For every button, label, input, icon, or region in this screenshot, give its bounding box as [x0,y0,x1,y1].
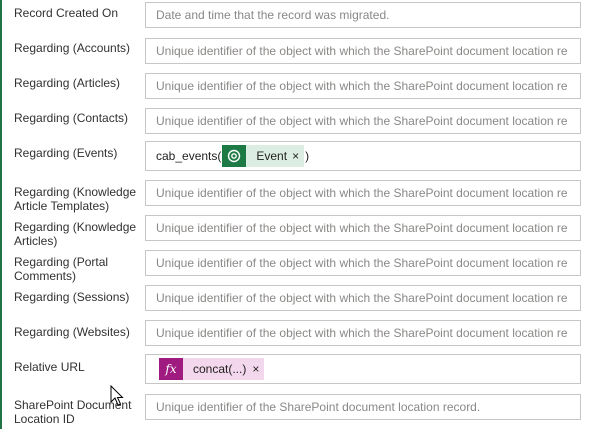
field-placeholder: Unique identifier of the object with whi… [156,186,568,200]
regarding-articles-input[interactable]: Unique identifier of the object with whi… [145,73,581,99]
fx-icon: fx [159,358,183,380]
remove-token-icon[interactable]: × [252,362,264,376]
field-label: Regarding (Portal Comments) [14,255,140,283]
field-label-line: Comments) [14,269,77,283]
field-prefix-text: cab_events( [156,149,222,163]
field-label: Regarding (Events) [14,146,118,160]
field-label-line: Regarding (Knowledge [14,185,137,199]
field-label-line: Article Templates) [14,199,110,213]
field-placeholder: Unique identifier of the object with whi… [156,221,568,235]
field-label: Record Created On [14,6,119,20]
record-created-on-input[interactable]: Date and time that the record was migrat… [145,2,581,28]
field-label: Regarding (Contacts) [14,111,129,125]
event-token[interactable]: Event × [222,145,305,167]
field-placeholder: Unique identifier of the object with whi… [156,256,568,270]
field-placeholder: Unique identifier of the object with whi… [156,44,568,58]
field-placeholder: Unique identifier of the object with whi… [156,291,568,305]
field-placeholder: Unique identifier of the SharePoint docu… [156,400,481,414]
field-label-line: Articles) [14,234,58,248]
accent-bar [0,0,2,429]
field-label: Regarding (Websites) [14,325,130,339]
field-placeholder: Unique identifier of the object with whi… [156,114,568,128]
regarding-knowledge-articles-input[interactable]: Unique identifier of the object with whi… [145,215,581,241]
regarding-websites-input[interactable]: Unique identifier of the object with whi… [145,320,581,346]
field-label: Regarding (Articles) [14,76,121,90]
regarding-portal-comments-input[interactable]: Unique identifier of the object with whi… [145,250,581,276]
regarding-events-input[interactable]: cab_events( Event × ) [145,141,581,171]
dataverse-icon [222,145,247,167]
field-label-line: Location ID [14,412,75,426]
formula-token[interactable]: fx concat(...) × [159,358,265,380]
formula-token-label: concat(...) [193,362,247,376]
field-suffix-text: ) [305,149,310,163]
regarding-sessions-input[interactable]: Unique identifier of the object with whi… [145,285,581,311]
field-label: Regarding (Sessions) [14,290,130,304]
field-placeholder: Unique identifier of the object with whi… [156,79,568,93]
mouse-pointer-icon [110,384,124,412]
regarding-accounts-input[interactable]: Unique identifier of the object with whi… [145,38,581,64]
event-token-label: Event [256,149,288,163]
regarding-knowledge-article-templates-input[interactable]: Unique identifier of the object with whi… [145,180,581,206]
regarding-contacts-input[interactable]: Unique identifier of the object with whi… [145,108,581,134]
field-label: Regarding (Accounts) [14,41,131,55]
field-label: Regarding (Knowledge Article Templates) [14,185,140,213]
field-label-line: Regarding (Portal [14,255,109,269]
field-placeholder: Unique identifier of the object with whi… [156,326,568,340]
relative-url-input[interactable]: fx concat(...) × [145,354,581,384]
field-label: Regarding (Knowledge Articles) [14,220,140,248]
field-label-line: Regarding (Knowledge [14,220,137,234]
field-label: Relative URL [14,360,85,374]
sharepoint-document-location-id-input[interactable]: Unique identifier of the SharePoint docu… [145,394,581,420]
field-placeholder: Date and time that the record was migrat… [156,8,390,22]
remove-token-icon[interactable]: × [292,149,304,163]
